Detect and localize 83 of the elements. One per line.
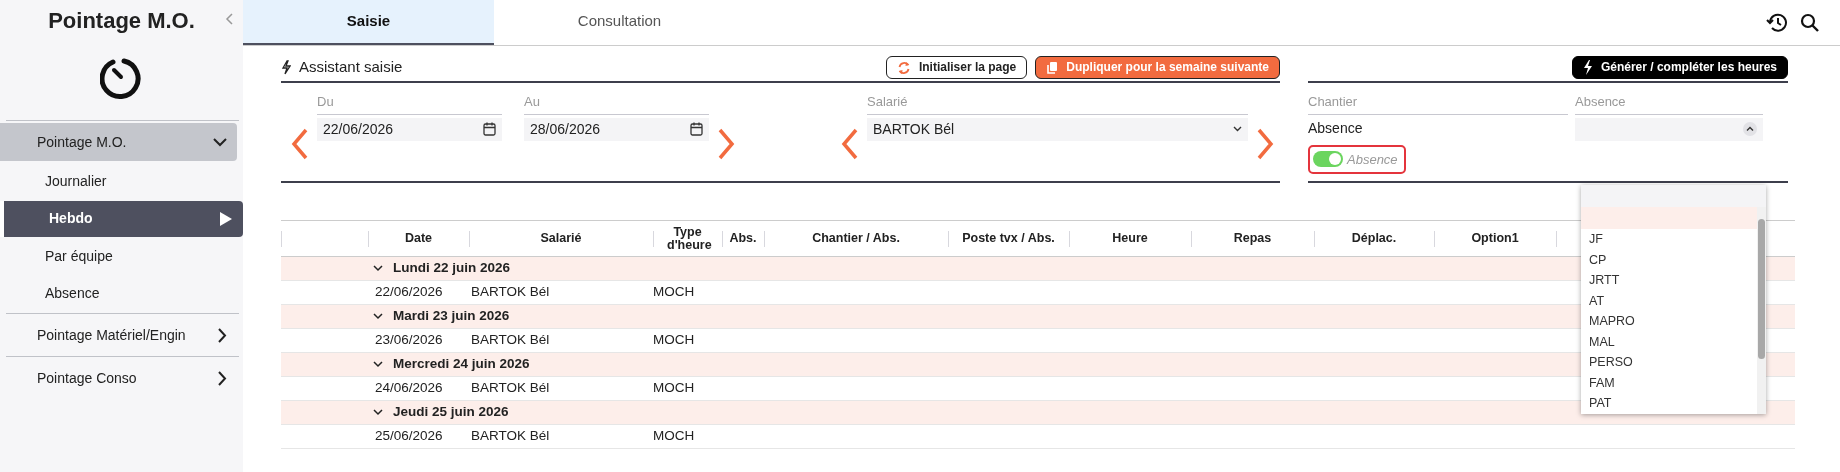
table-cell: MOCH [653,424,722,449]
dropdown-option[interactable]: CP [1581,249,1757,270]
table-cell: BARTOK Bél [469,328,653,353]
table-cell: 25/06/2026 [368,424,469,449]
select-field[interactable]: BARTOK Bél [867,117,1248,141]
table-cell: 22/06/2026 [368,280,469,305]
dropdown-option[interactable]: PERSO [1581,352,1757,373]
column-header[interactable]: Abs. [722,220,764,257]
column-header[interactable]: Déplac. [1314,220,1434,257]
table-cell: MOCH [653,280,722,305]
column-header[interactable]: Date [368,220,469,257]
play-icon [219,210,233,227]
chevron-down-icon [1233,126,1242,132]
table-cell: BARTOK Bél [469,280,653,305]
field-label: Chantier [1308,92,1568,115]
field-label: Salarié [867,92,1248,115]
sidebar-subitem[interactable]: Absence [0,275,243,312]
sidebar-subitem[interactable]: Par équipe [0,238,243,275]
table-cell: MOCH [653,376,722,401]
chevron-right-icon [1256,127,1274,160]
toggle-switch-icon [1313,151,1343,168]
group-header: Jeudi 25 juin 2026 [393,403,509,422]
search-field[interactable] [1581,185,1766,207]
chevron-left-icon [291,127,309,160]
chevron-left-icon [225,13,233,26]
scrollbar[interactable] [1757,207,1766,414]
chevron-right-icon [717,127,735,160]
copy-icon [1046,60,1059,75]
column-header[interactable]: Repas [1191,220,1314,257]
sidebar-subitem[interactable]: Hebdo [0,200,243,237]
chevron-down-icon [373,265,383,273]
group-header: Mardi 23 juin 2026 [393,307,510,326]
refresh-icon [896,60,911,75]
sidebar-item[interactable]: Pointage Matériel/Engin [0,316,237,355]
panel-title: Assistant saisie [299,57,403,78]
dropdown-option[interactable]: MAPRO [1581,311,1757,332]
dropdown-option[interactable]: JRTT [1581,270,1757,291]
column-header[interactable]: Salarié [469,220,653,257]
column-header[interactable]: Poste tvx / Abs. [948,220,1069,257]
chevron-down-icon [373,313,383,321]
sidebar-subitem[interactable]: Journalier [0,163,243,200]
chevron-down-icon [373,409,383,417]
chevron-up-icon [1743,122,1757,136]
table-cell: 24/06/2026 [368,376,469,401]
sidebar-item[interactable]: Pointage M.O. [0,123,237,162]
column-header[interactable]: Heure [1069,220,1191,257]
select-field[interactable] [1575,117,1763,141]
chevron-right-icon [218,327,227,343]
chevron-down-icon [213,137,227,147]
date-field[interactable]: 28/06/2026 [524,117,709,141]
date-field[interactable]: 22/06/2026 [317,117,502,141]
column-header[interactable]: Type d'heure [653,220,722,257]
history-icon [1766,13,1788,34]
group-header: Mercredi 24 juin 2026 [393,355,530,374]
lightning-icon [281,60,291,75]
field-label: Au [524,92,709,115]
dropdown-option[interactable]: AT [1581,290,1757,311]
table-cell: MOCH [653,328,722,353]
sidebar-item[interactable]: Pointage Conso [0,359,237,398]
calendar-icon [690,122,703,136]
lightning-icon [1582,60,1593,75]
dropdown-option[interactable]: FAM [1581,372,1757,393]
tab[interactable]: Saisie [243,0,494,45]
chevron-left-icon [841,127,859,160]
column-header[interactable]: Option1 [1434,220,1556,257]
field-value: Absence [1308,118,1364,138]
chevron-down-icon [373,361,383,369]
dropdown-option[interactable]: MAL [1581,331,1757,352]
dropdown-option[interactable]: JF [1581,229,1757,250]
search-icon [1800,13,1820,34]
dropdown-option[interactable]: PAT [1581,393,1757,414]
table-cell: 23/06/2026 [368,328,469,353]
app-title: Pointage M.O. [48,8,195,35]
calendar-icon [483,122,496,136]
column-header[interactable]: Chantier / Abs. [764,220,948,257]
field-label: Du [317,92,502,115]
generate-button[interactable]: Générer / compléter les heures [1571,56,1788,79]
table-cell: BARTOK Bél [469,376,653,401]
group-header: Lundi 22 juin 2026 [393,259,511,278]
chevron-right-icon [218,370,227,386]
field-label: Absence [1575,92,1763,115]
table-cell: BARTOK Bél [469,424,653,449]
reset-button[interactable]: Initialiser la page [885,56,1028,79]
